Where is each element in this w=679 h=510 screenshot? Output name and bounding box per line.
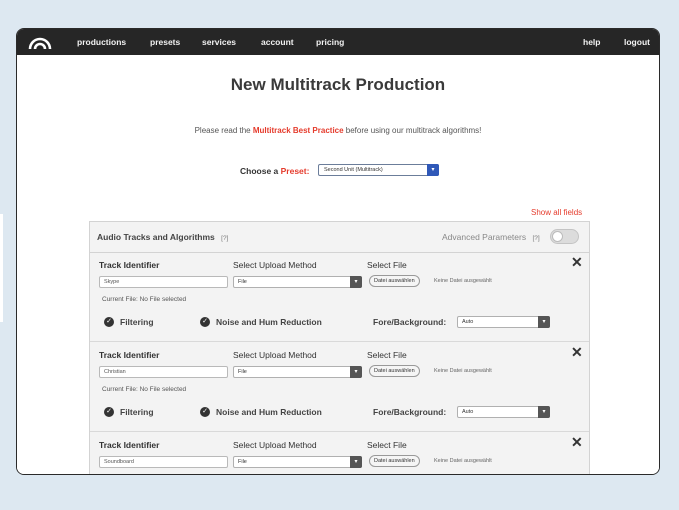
current-file-text: Current File: No File selected [102, 296, 187, 303]
intro-text: Please read the Multitrack Best Practice… [17, 126, 659, 135]
panel-title: Audio Tracks and Algorithms [?] [97, 232, 228, 242]
chevron-down-icon: ▾ [350, 366, 362, 378]
filtering-label: Filtering [120, 317, 154, 327]
upload-method-label: Select Upload Method [233, 350, 317, 360]
panel-title-text: Audio Tracks and Algorithms [97, 232, 215, 242]
choose-file-button[interactable]: Datei auswählen [369, 275, 420, 287]
upload-method-label: Select Upload Method [233, 260, 317, 270]
fore-background-label: Fore/Background: [373, 317, 447, 327]
choose-file-button[interactable]: Datei auswählen [369, 365, 420, 377]
preset-select-value: Second Unit (Multitrack) [324, 167, 383, 173]
no-file-text: Keine Datei ausgewählt [434, 368, 492, 374]
nav-account[interactable]: account [261, 37, 294, 47]
nav-productions[interactable]: productions [77, 37, 126, 47]
chevron-down-icon: ▾ [427, 164, 439, 176]
upload-method-select[interactable]: File ▾ [233, 366, 362, 378]
preset-link[interactable]: Preset: [281, 166, 310, 176]
track-identifier-label: Track Identifier [99, 260, 160, 270]
choose-file-button[interactable]: Datei auswählen [369, 455, 420, 467]
upload-method-value: File [238, 368, 247, 375]
nav-logout[interactable]: logout [624, 37, 650, 47]
select-file-label: Select File [367, 440, 407, 450]
chevron-down-icon: ▾ [538, 406, 550, 418]
nav-help[interactable]: help [583, 37, 600, 47]
select-file-label: Select File [367, 350, 407, 360]
filtering-label: Filtering [120, 407, 154, 417]
track-identifier-input[interactable]: Christian [99, 366, 228, 378]
track-row: Track Identifier Soundboard Select Uploa… [90, 432, 589, 474]
select-file-label: Select File [367, 260, 407, 270]
current-file-text: Current File: No File selected [102, 386, 187, 393]
top-navigation-bar: productions presets services account pri… [17, 29, 659, 55]
panel-header: Audio Tracks and Algorithms [?] Advanced… [90, 222, 589, 253]
preset-select[interactable]: Second Unit (Multitrack) ▾ [318, 164, 439, 176]
upload-method-label: Select Upload Method [233, 440, 317, 450]
intro-after: before using our multitrack algorithms! [343, 126, 482, 135]
nav-pricing[interactable]: pricing [316, 37, 344, 47]
chevron-down-icon: ▾ [538, 316, 550, 328]
close-icon[interactable]: ✕ [571, 254, 583, 271]
chevron-down-icon: ▾ [350, 276, 362, 288]
no-file-text: Keine Datei ausgewählt [434, 458, 492, 464]
track-identifier-input[interactable]: Soundboard [99, 456, 228, 468]
filtering-checkbox[interactable]: ✓ [104, 407, 114, 417]
intro-before: Please read the [194, 126, 253, 135]
nav-presets[interactable]: presets [150, 37, 180, 47]
preset-label: Choose a Preset: [240, 166, 309, 176]
fore-background-label: Fore/Background: [373, 407, 447, 417]
fore-background-value: Auto [462, 408, 474, 415]
browser-window: productions presets services account pri… [16, 28, 660, 475]
preset-label-text: Choose a [240, 166, 281, 176]
advanced-parameters-toggle[interactable] [550, 229, 579, 244]
fore-background-select[interactable]: Auto ▾ [457, 316, 550, 328]
track-identifier-label: Track Identifier [99, 440, 160, 450]
toggle-knob [552, 231, 563, 242]
page-title: New Multitrack Production [230, 75, 446, 94]
upload-method-value: File [238, 278, 247, 285]
advanced-parameters-label: Advanced Parameters [?] [442, 232, 540, 242]
close-icon[interactable]: ✕ [571, 434, 583, 451]
best-practice-link[interactable]: Multitrack Best Practice [253, 126, 344, 135]
upload-method-select[interactable]: File ▾ [233, 456, 362, 468]
advanced-help-link[interactable]: [?] [532, 235, 539, 242]
audio-tracks-panel: Audio Tracks and Algorithms [?] Advanced… [89, 221, 590, 474]
track-identifier-input[interactable]: Skype [99, 276, 228, 288]
fore-background-select[interactable]: Auto ▾ [457, 406, 550, 418]
panel-help-link[interactable]: [?] [221, 235, 228, 242]
noise-reduction-checkbox[interactable]: ✓ [200, 407, 210, 417]
fore-background-value: Auto [462, 318, 474, 325]
show-all-fields-link[interactable]: Show all fields [531, 208, 582, 217]
advanced-parameters-text: Advanced Parameters [442, 232, 527, 242]
upload-method-value: File [238, 458, 247, 465]
side-strip [0, 214, 3, 322]
noise-reduction-checkbox[interactable]: ✓ [200, 317, 210, 327]
close-icon[interactable]: ✕ [571, 344, 583, 361]
no-file-text: Keine Datei ausgewählt [434, 278, 492, 284]
chevron-down-icon: ▾ [350, 456, 362, 468]
nav-services[interactable]: services [202, 37, 236, 47]
noise-reduction-label: Noise and Hum Reduction [216, 407, 322, 417]
filtering-checkbox[interactable]: ✓ [104, 317, 114, 327]
upload-method-select[interactable]: File ▾ [233, 276, 362, 288]
track-identifier-label: Track Identifier [99, 350, 160, 360]
track-row: Track Identifier Christian Select Upload… [90, 342, 589, 432]
track-row: Track Identifier Skype Select Upload Met… [90, 252, 589, 342]
noise-reduction-label: Noise and Hum Reduction [216, 317, 322, 327]
main-content: New Multitrack Production Please read th… [17, 55, 659, 474]
auphonic-logo-icon[interactable] [27, 34, 53, 50]
